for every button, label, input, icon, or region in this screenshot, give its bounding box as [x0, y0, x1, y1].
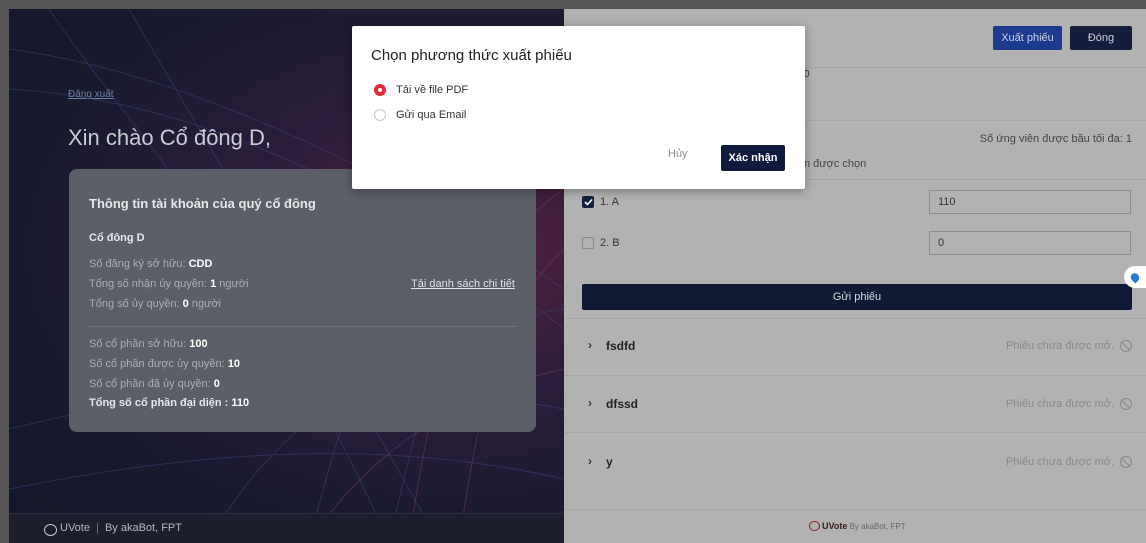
- download-detail-link[interactable]: Tải danh sách chi tiết: [411, 278, 515, 290]
- cancel-button[interactable]: Hủy: [668, 148, 688, 160]
- candidate-a-votes-input[interactable]: 110: [929, 190, 1131, 214]
- footer-by-text: By akaBot, FPT: [104, 522, 182, 534]
- ballot-section-y[interactable]: › y Phiếu chưa được mở.: [564, 432, 1146, 489]
- total-represented-label: Tổng số cổ phần đại diện :: [89, 397, 232, 409]
- footer-brand-left: UVote | By akaBot, FPT: [60, 522, 182, 534]
- confirm-button[interactable]: Xác nhận: [721, 145, 785, 171]
- ballot-section-name: y: [606, 455, 613, 469]
- account-info-card: Thông tin tài khoản của quý cổ đông Cổ đ…: [69, 169, 536, 432]
- left-footer: UVote | By akaBot, FPT: [9, 513, 564, 543]
- proxied-shares-value: 10: [227, 358, 240, 370]
- chevron-right-icon: ›: [588, 338, 592, 352]
- greeting-heading: Xin chào Cổ đông D,: [68, 125, 272, 150]
- proxied-shares-row: Số cổ phần được ủy quyền: 10: [89, 358, 240, 370]
- export-ballot-button[interactable]: Xuất phiếu: [993, 26, 1062, 50]
- footer-brand-name: UVote: [60, 522, 90, 534]
- candidate-label: 1. A: [600, 196, 619, 208]
- owned-shares-row: Số cổ phần sở hữu: 100: [89, 338, 208, 350]
- ballot-section-name: dfssd: [606, 397, 639, 411]
- registration-row: Số đăng ký sở hữu: CDD: [89, 258, 212, 270]
- delegated-shares-value: 0: [213, 378, 220, 390]
- export-method-dialog: Chọn phương thức xuất phiếu Tải về file …: [352, 26, 805, 189]
- ban-icon: [1120, 456, 1132, 468]
- footer-brand-right: UVote By akaBot, FPT: [822, 521, 906, 531]
- delegated-shares-label: Số cổ phần đã ủy quyền:: [89, 378, 214, 390]
- candidate-label: 2. B: [600, 237, 620, 249]
- checkbox-unchecked-icon[interactable]: [582, 237, 594, 249]
- received-proxies-label: Tổng số nhận ủy quyền:: [89, 278, 211, 290]
- proxied-shares-label: Số cổ phần được ủy quyền:: [89, 358, 228, 370]
- card-divider: [89, 326, 516, 327]
- card-title: Thông tin tài khoản của quý cổ đông: [89, 196, 316, 211]
- registration-value: CDD: [188, 258, 213, 270]
- option-label: Tải về file PDF: [396, 84, 469, 96]
- ballot-section-dfssd[interactable]: › dfssd Phiếu chưa được mở.: [564, 375, 1146, 432]
- radio-selected-icon[interactable]: [374, 84, 386, 96]
- radio-unselected-icon[interactable]: [374, 109, 386, 121]
- max-candidates-text: Số ứng viên được bầu tối đa: 1: [979, 133, 1132, 145]
- ban-icon: [1120, 340, 1132, 352]
- droplet-icon: [1128, 270, 1142, 284]
- chevron-right-icon: ›: [588, 396, 592, 410]
- close-button[interactable]: Đóng: [1070, 26, 1132, 50]
- candidate-row-b[interactable]: 2. B: [582, 237, 620, 249]
- ballot-status-text: Phiếu chưa được mở.: [1005, 340, 1114, 352]
- option-label: Gửi qua Email: [396, 109, 467, 121]
- checkbox-checked-icon[interactable]: [582, 196, 594, 208]
- registration-label: Số đăng ký sở hữu:: [89, 258, 189, 270]
- logout-link[interactable]: Đăng xuất: [68, 89, 114, 100]
- received-proxies-unit: người: [216, 278, 249, 290]
- ballot-status-text: Phiếu chưa được mở.: [1005, 398, 1114, 410]
- ballot-section-fsdfd[interactable]: › fsdfd Phiếu chưa được mở.: [564, 318, 1146, 375]
- ballot-status-text: Phiếu chưa được mở.: [1005, 456, 1114, 468]
- given-proxies-unit: người: [188, 298, 221, 310]
- ballot-section-name: fsdfd: [606, 339, 636, 353]
- received-proxies-row: Tổng số nhận ủy quyền: 1 người: [89, 278, 249, 290]
- chosen-text-fragment: n được chọn: [804, 158, 867, 170]
- option-download-pdf[interactable]: Tải về file PDF: [374, 84, 468, 96]
- owned-shares-label: Số cổ phần sở hữu:: [89, 338, 190, 350]
- dialog-title: Chọn phương thức xuất phiếu: [371, 47, 572, 64]
- submit-ballot-button[interactable]: Gửi phiếu: [582, 284, 1132, 310]
- total-represented-row: Tổng số cổ phần đại diện : 110: [89, 397, 249, 409]
- right-footer: UVote By akaBot, FPT: [564, 509, 1146, 543]
- given-proxies-row: Tổng số ủy quyền: 0 người: [89, 298, 221, 310]
- uvote-logo-icon: [44, 524, 57, 536]
- candidate-row-a[interactable]: 1. A: [582, 196, 619, 208]
- uvote-logo-icon: [809, 521, 820, 531]
- delegated-shares-row: Số cổ phần đã ủy quyền: 0: [89, 378, 220, 390]
- option-send-email[interactable]: Gửi qua Email: [374, 109, 466, 121]
- total-represented-value: 110: [231, 397, 250, 409]
- footer-brand-name: UVote: [822, 521, 848, 531]
- ban-icon: [1120, 398, 1132, 410]
- chevron-right-icon: ›: [588, 454, 592, 468]
- owned-shares-value: 100: [189, 338, 208, 350]
- given-proxies-label: Tổng số ủy quyền:: [89, 298, 183, 310]
- shareholder-name: Cổ đông D: [89, 232, 145, 244]
- candidate-b-votes-input[interactable]: 0: [929, 231, 1131, 255]
- footer-separator: |: [96, 522, 99, 534]
- footer-by-text: By akaBot, FPT: [847, 522, 906, 531]
- floating-assistant-button[interactable]: [1124, 266, 1146, 288]
